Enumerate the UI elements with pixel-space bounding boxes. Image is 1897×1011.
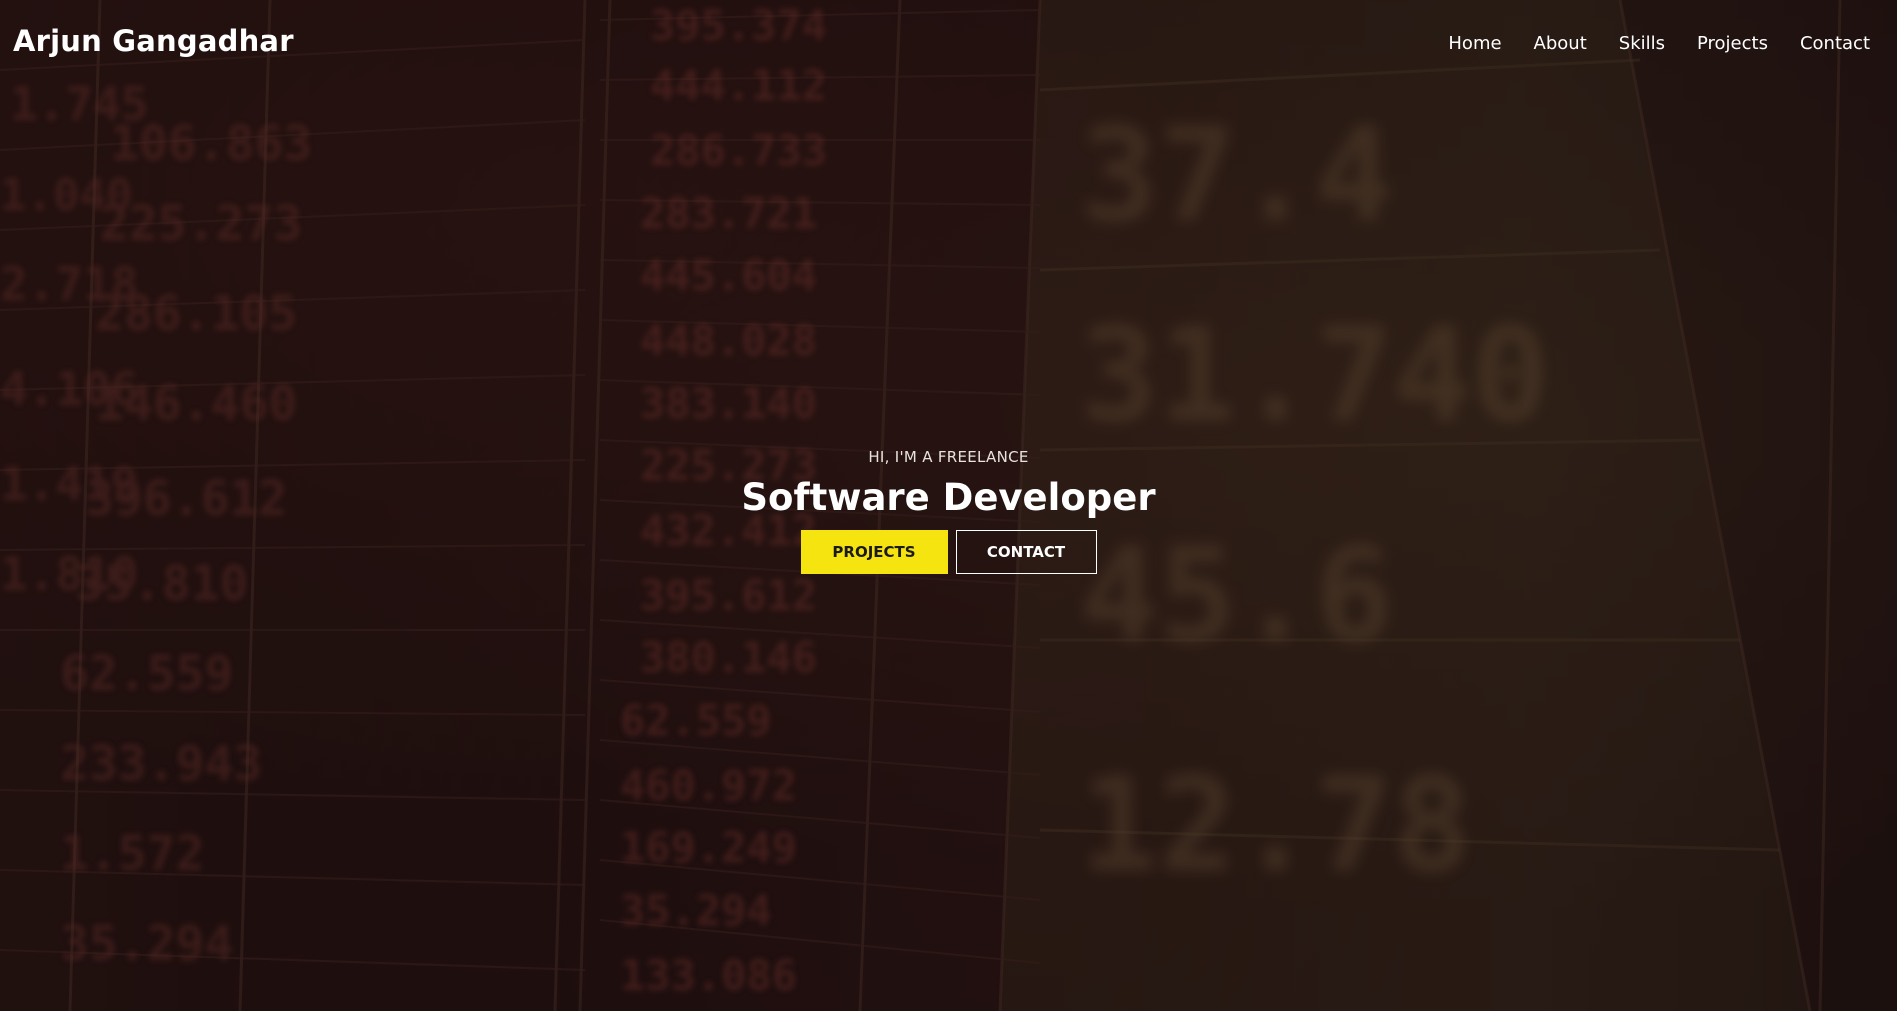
- hero-subtitle: HI, I'M A FREELANCE: [868, 448, 1029, 466]
- projects-button[interactable]: PROJECTS: [800, 530, 948, 574]
- nav-item-about[interactable]: About: [1534, 33, 1587, 54]
- nav-item-skills[interactable]: Skills: [1619, 33, 1665, 54]
- nav-item-home[interactable]: Home: [1448, 33, 1501, 54]
- nav-item-contact[interactable]: Contact: [1800, 33, 1870, 54]
- hero-buttons: PROJECTS CONTACT: [0, 530, 1897, 574]
- hero-content: HI, I'M A FREELANCE Software Developer P…: [0, 446, 1897, 574]
- hero-headline: Software Developer: [741, 476, 1156, 519]
- contact-button[interactable]: CONTACT: [955, 530, 1097, 574]
- main-navigation: Home About Skills Projects Contact: [1416, 33, 1870, 54]
- brand-logo-text[interactable]: Arjun Gangadhar: [13, 24, 294, 58]
- nav-item-projects[interactable]: Projects: [1697, 33, 1768, 54]
